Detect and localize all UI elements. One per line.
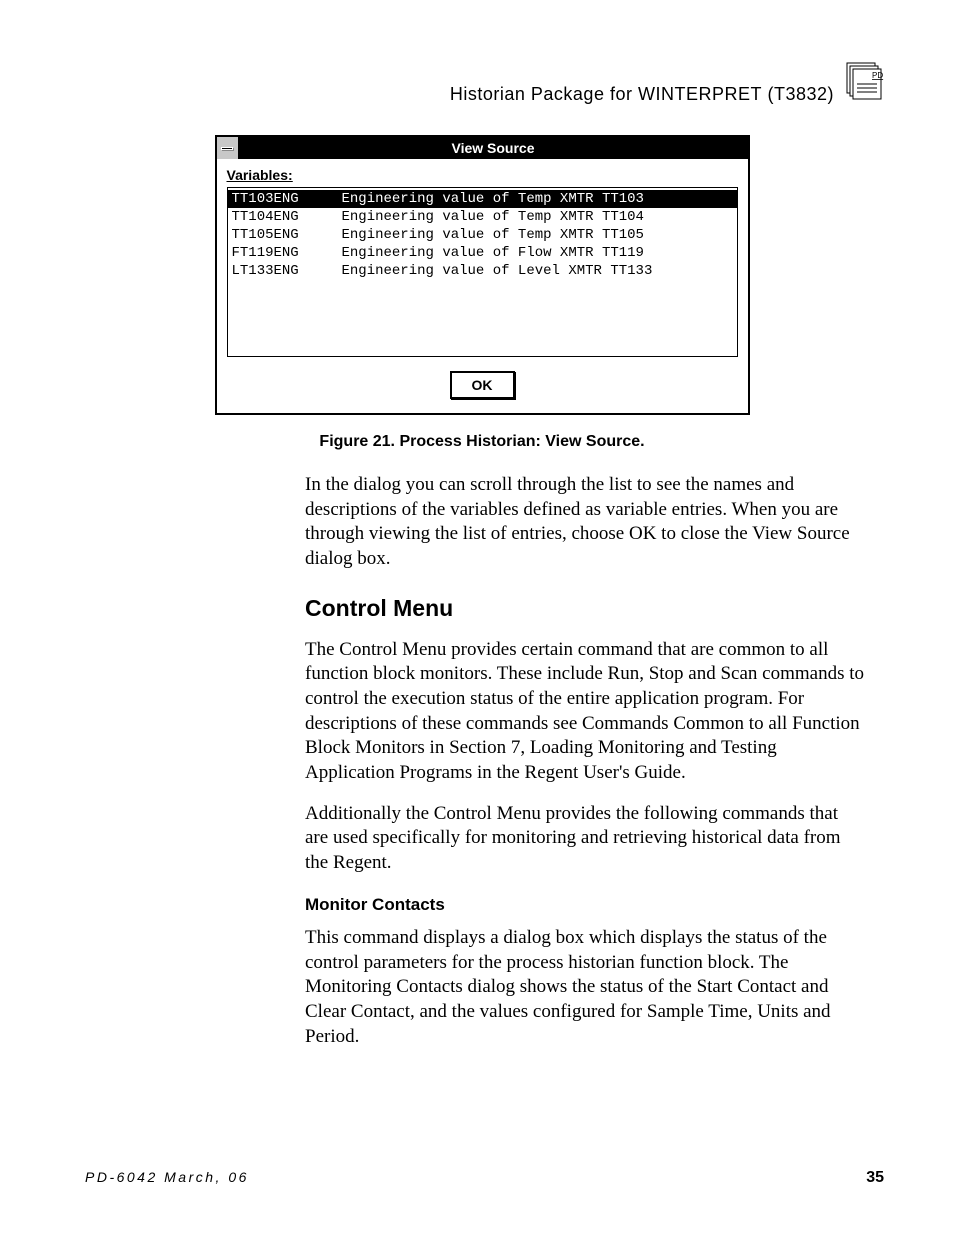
variable-description: Engineering value of Temp XMTR TT104 [342, 208, 733, 226]
view-source-dialog: View Source Variables: TT103ENGEngineeri… [215, 135, 750, 415]
variable-name: TT105ENG [232, 226, 342, 244]
list-item[interactable]: LT133ENGEngineering value of Level XMTR … [228, 262, 737, 280]
variable-name: LT133ENG [232, 262, 342, 280]
ok-button[interactable]: OK [450, 371, 515, 399]
page-footer: PD-6042 March, 06 35 [85, 1169, 884, 1187]
pd-document-icon: PD [844, 60, 884, 105]
header-part-b: INTERPRET [655, 84, 762, 104]
list-item[interactable]: TT103ENGEngineering value of Temp XMTR T… [228, 190, 737, 208]
variables-listbox[interactable]: TT103ENGEngineering value of Temp XMTR T… [227, 187, 738, 357]
system-menu-button[interactable] [217, 137, 239, 159]
dialog-button-row: OK [227, 371, 738, 399]
variable-name: TT104ENG [232, 208, 342, 226]
heading-control-menu: Control Menu [305, 594, 864, 624]
header-part-c: (T3832) [762, 84, 834, 104]
list-item[interactable]: TT104ENGEngineering value of Temp XMTR T… [228, 208, 737, 226]
dialog-body: Variables: TT103ENGEngineering value of … [217, 159, 748, 413]
header-part-a: Historian Package for W [450, 84, 656, 104]
footer-doc-id: PD-6042 March, 06 [85, 1169, 249, 1185]
variable-description: Engineering value of Level XMTR TT133 [342, 262, 733, 280]
variable-description: Engineering value of Temp XMTR TT105 [342, 226, 733, 244]
variable-description: Engineering value of Temp XMTR TT103 [342, 190, 733, 208]
system-menu-icon [221, 147, 233, 150]
variables-label: Variables: [227, 167, 738, 183]
body-text-block: In the dialog you can scroll through the… [305, 473, 864, 1049]
list-item[interactable]: FT119ENGEngineering value of Flow XMTR T… [228, 244, 737, 262]
page-header-title: Historian Package for WINTERPRET (T3832) [450, 84, 834, 105]
variable-name: FT119ENG [232, 244, 342, 262]
page-header-row: Historian Package for WINTERPRET (T3832)… [80, 60, 884, 105]
variable-description: Engineering value of Flow XMTR TT119 [342, 244, 733, 262]
dialog-titlebar: View Source [217, 137, 748, 159]
dialog-title: View Source [239, 137, 748, 159]
paragraph-1: In the dialog you can scroll through the… [305, 473, 864, 572]
paragraph-3: Additionally the Control Menu provides t… [305, 802, 864, 876]
page: Historian Package for WINTERPRET (T3832)… [0, 0, 954, 1235]
paragraph-4: This command displays a dialog box which… [305, 926, 864, 1049]
heading-monitor-contacts: Monitor Contacts [305, 894, 864, 916]
svg-text:PD: PD [872, 71, 883, 80]
paragraph-2: The Control Menu provides certain comman… [305, 638, 864, 786]
list-item[interactable]: TT105ENGEngineering value of Temp XMTR T… [228, 226, 737, 244]
variable-name: TT103ENG [232, 190, 342, 208]
footer-page-number: 35 [866, 1169, 884, 1187]
figure-caption: Figure 21. Process Historian: View Sourc… [80, 433, 884, 451]
variables-label-text: Variables: [227, 167, 293, 183]
